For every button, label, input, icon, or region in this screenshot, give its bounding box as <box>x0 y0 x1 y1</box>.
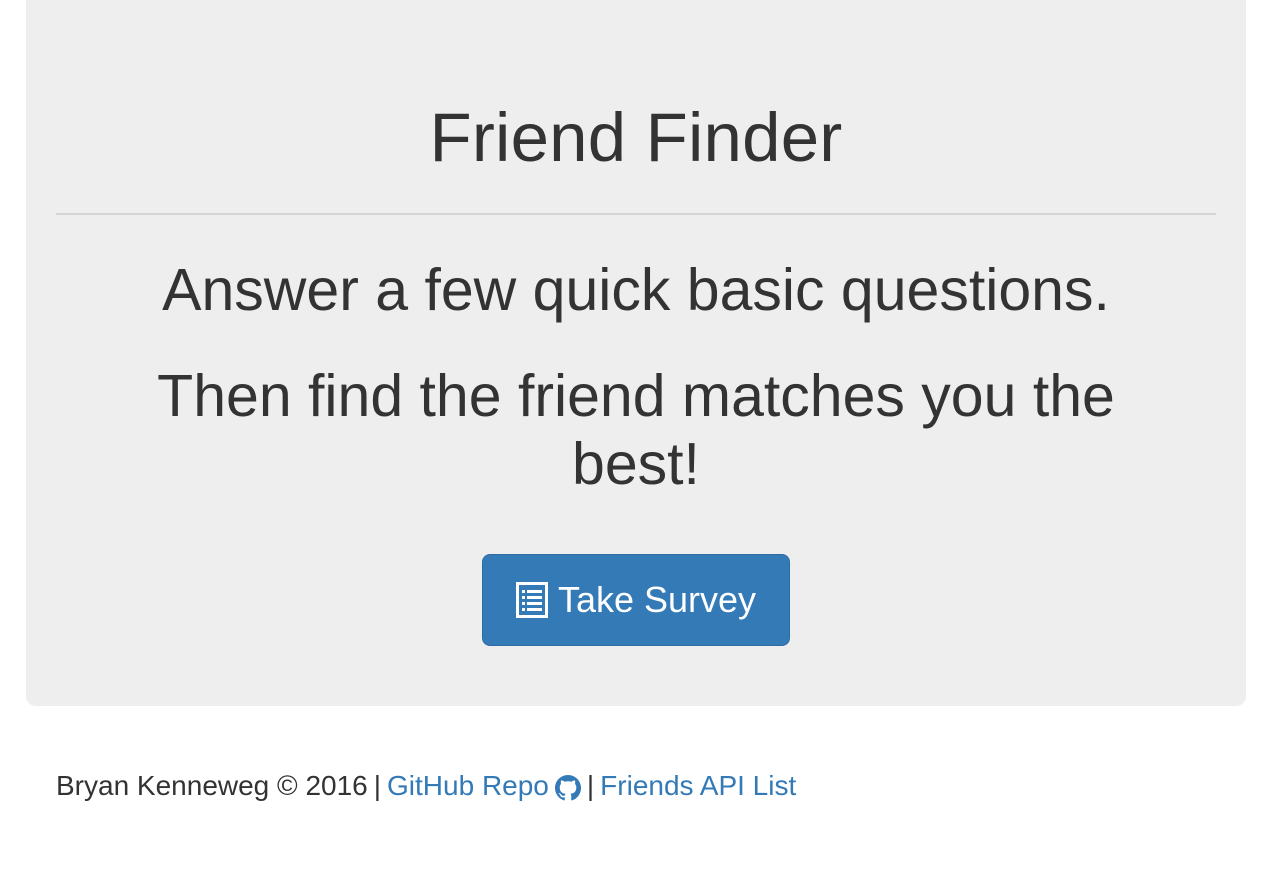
github-repo-label: GitHub Repo <box>387 770 549 801</box>
take-survey-button[interactable]: Take Survey <box>482 554 790 646</box>
github-icon <box>554 774 581 801</box>
github-repo-link[interactable]: GitHub Repo <box>387 768 581 804</box>
footer-separator: | <box>373 770 382 801</box>
tagline-outcome: Then find the friend matches you the bes… <box>157 363 1115 497</box>
tagline-instruction: Answer a few quick basic questions. <box>162 257 1110 323</box>
jumbotron: Friend Finder Answer a few quick basic q… <box>26 0 1246 706</box>
friends-api-link[interactable]: Friends API List <box>600 768 796 804</box>
footer-credit: Bryan Kenneweg © 2016 <box>56 770 368 801</box>
list-alt-icon <box>515 582 548 618</box>
page-title: Friend Finder <box>429 99 843 176</box>
take-survey-label: Take Survey <box>557 579 757 620</box>
divider <box>56 213 1216 215</box>
footer-separator: | <box>586 770 595 801</box>
footer: Bryan Kenneweg © 2016 | GitHub Repo | Fr… <box>56 768 796 804</box>
